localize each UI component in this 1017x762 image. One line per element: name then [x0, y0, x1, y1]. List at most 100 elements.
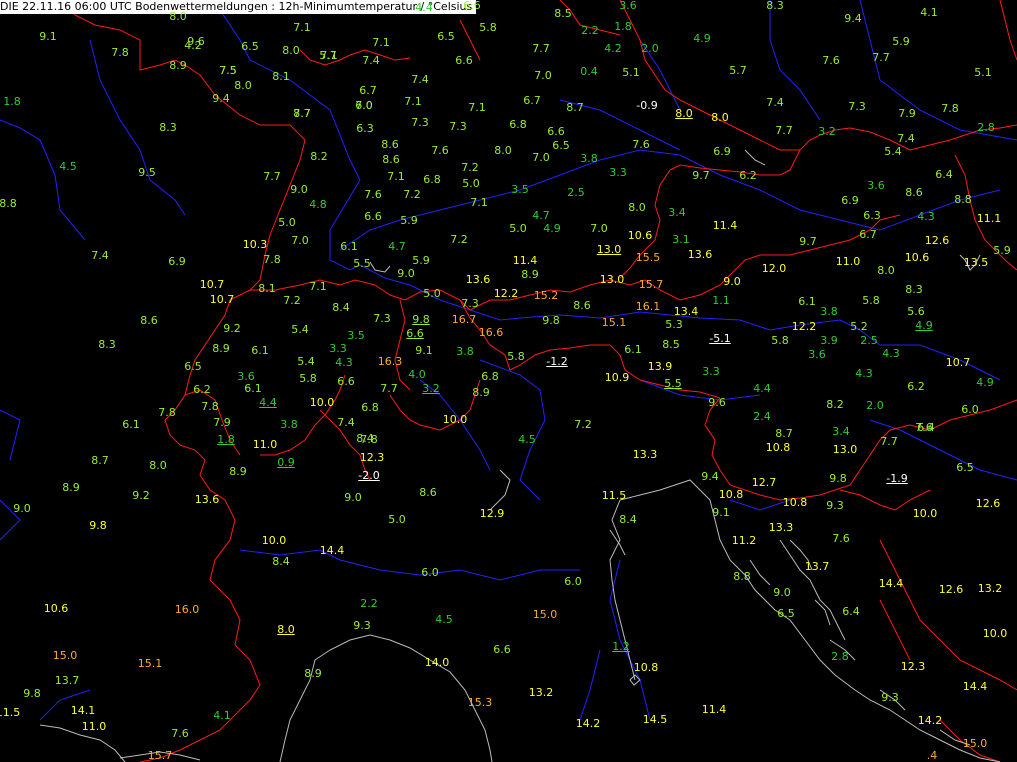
station-reading: 8.9: [212, 342, 230, 355]
station-reading: 15.0: [52, 649, 78, 662]
station-reading: 11.2: [731, 534, 757, 547]
station-reading: 13.3: [632, 448, 658, 461]
station-reading: -1.9: [886, 472, 908, 485]
station-reading: 9.0: [290, 183, 308, 196]
station-reading: 7.7: [872, 51, 890, 64]
station-reading: 6.1: [798, 295, 816, 308]
station-reading: 13.6: [194, 493, 220, 506]
station-reading: 6.1: [122, 418, 140, 431]
station-reading: 7.8: [941, 102, 959, 115]
station-reading: 3.3: [609, 166, 627, 179]
station-reading: 15.3: [467, 696, 493, 709]
station-reading: 9.0: [13, 502, 31, 515]
station-reading: 14.0: [424, 656, 450, 669]
station-reading: 7.8: [263, 253, 281, 266]
station-reading: 5.8: [299, 372, 317, 385]
station-reading: 7.3: [449, 120, 467, 133]
station-reading: 6.5: [184, 360, 202, 373]
station-reading: 13.6: [465, 273, 491, 286]
station-reading: 10.8: [765, 441, 791, 454]
station-reading: 8.0: [234, 79, 252, 92]
station-reading: 6.3: [863, 209, 881, 222]
station-reading: 7.4: [337, 416, 355, 429]
station-reading: 7.7: [775, 124, 793, 137]
station-reading: 7.4: [362, 54, 380, 67]
station-reading: 11.0: [81, 720, 107, 733]
station-reading: 9.3: [353, 619, 371, 632]
station-reading: 14.4: [962, 680, 988, 693]
station-reading: 1.8: [3, 95, 21, 108]
station-reading: 8.8: [0, 197, 17, 210]
station-reading: 8.6: [382, 153, 400, 166]
station-reading: 5.1: [974, 66, 992, 79]
station-reading: 3.3: [702, 365, 720, 378]
station-reading: 2.2: [360, 597, 378, 610]
station-reading: 7.6: [431, 144, 449, 157]
station-reading: 16.3: [377, 355, 403, 368]
station-reading: 1.8: [217, 433, 235, 446]
station-reading: 8.7: [566, 101, 584, 114]
station-reading: 7.7: [532, 42, 550, 55]
station-reading: 8.0: [628, 201, 646, 214]
station-reading: 4.2: [604, 42, 622, 55]
station-reading: 7.6: [632, 138, 650, 151]
station-reading: 6.0: [421, 566, 439, 579]
station-reading: 9.7: [692, 169, 710, 182]
station-reading: 9.8: [89, 519, 107, 532]
station-reading: 8.3: [905, 283, 923, 296]
station-reading: 9.8: [23, 687, 41, 700]
station-reading: 10.7: [945, 356, 971, 369]
station-reading: 5.8: [479, 21, 497, 34]
station-reading: 6.4: [842, 605, 860, 618]
station-reading: 8.0: [877, 264, 895, 277]
station-reading: 2.8: [831, 650, 849, 663]
station-reading: 4.9: [693, 32, 711, 45]
station-reading: 8.0: [149, 459, 167, 472]
station-reading: 9.0: [344, 491, 362, 504]
station-reading: 5.9: [412, 254, 430, 267]
station-reading: 7.0: [534, 69, 552, 82]
station-reading: 3.1: [672, 233, 690, 246]
station-reading: 3.2: [422, 382, 440, 395]
station-reading: 6.9: [713, 145, 731, 158]
station-reading: 8.2: [826, 398, 844, 411]
station-reading: 2.0: [641, 42, 659, 55]
station-reading: 6.3: [356, 122, 374, 135]
station-reading: 6.7: [523, 94, 541, 107]
station-reading: 8.7: [91, 454, 109, 467]
station-reading: 4.1: [213, 709, 231, 722]
station-reading: 6.6: [455, 54, 473, 67]
station-reading: 10.3: [242, 238, 268, 251]
station-reading: 12.6: [924, 234, 950, 247]
station-reading: 7.1: [372, 36, 390, 49]
station-reading: 5.0: [509, 222, 527, 235]
station-reading: 14.4: [878, 577, 904, 590]
station-reading: 8.3: [98, 338, 116, 351]
station-reading: 10.7: [199, 278, 225, 291]
station-reading: 5.4: [884, 145, 902, 158]
station-reading: 8.0: [277, 623, 295, 636]
station-reading: 1.2: [612, 640, 630, 653]
station-reading: 6.8: [361, 401, 379, 414]
station-reading: 12.9: [479, 507, 505, 520]
station-reading: 13.7: [804, 560, 830, 573]
station-reading: 15.7: [638, 278, 664, 291]
station-reading: 4.4: [259, 396, 277, 409]
station-reading: 5.8: [771, 334, 789, 347]
station-reading: 9.2: [132, 489, 150, 502]
station-reading: 8.9: [229, 465, 247, 478]
station-reading: 12.6: [975, 497, 1001, 510]
station-reading: 4.4: [415, 1, 433, 14]
station-reading: 8.9: [304, 667, 322, 680]
station-reading: 12.2: [791, 320, 817, 333]
station-reading: 10.9: [604, 371, 630, 384]
station-reading: 6.1: [624, 343, 642, 356]
station-reading: 16.0: [174, 603, 200, 616]
station-reading: 9.8: [829, 472, 847, 485]
station-reading: 8.8: [733, 570, 751, 583]
station-reading: 6.5: [552, 139, 570, 152]
station-reading: 12.2: [493, 287, 519, 300]
station-reading: 5.9: [993, 244, 1011, 257]
station-reading: 9.0: [397, 267, 415, 280]
station-reading: 7.7: [880, 435, 898, 448]
